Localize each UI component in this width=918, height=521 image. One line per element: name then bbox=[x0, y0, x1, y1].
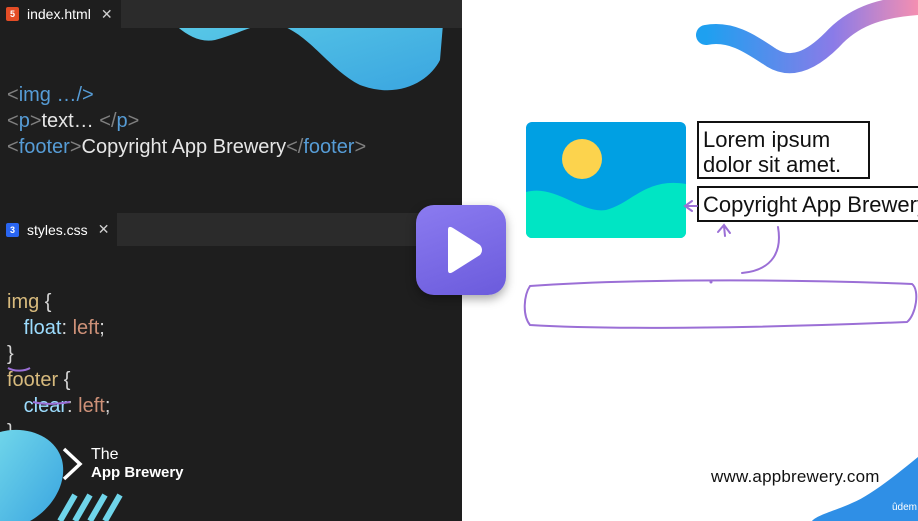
css3-icon: 3 bbox=[6, 222, 19, 237]
annotation-drawing bbox=[523, 200, 918, 329]
code-line: img { bbox=[7, 291, 52, 313]
preview-paragraph-box: Lorem ipsum dolor sit amet. bbox=[697, 121, 870, 179]
code-line: float: left; bbox=[23, 317, 105, 339]
annotation-underlines bbox=[7, 367, 71, 405]
paragraph-line: Lorem ipsum bbox=[703, 127, 831, 152]
paragraph-line: dolor sit amet. bbox=[703, 152, 842, 177]
close-icon[interactable]: ✕ bbox=[101, 6, 113, 23]
tab-styles-css[interactable]: 3 styles.css ✕ bbox=[0, 213, 118, 246]
close-icon[interactable]: ✕ bbox=[98, 221, 110, 238]
decor-wave-top bbox=[696, 0, 918, 74]
preview-panel: Lorem ipsum dolor sit amet. Copyright Ap… bbox=[462, 0, 918, 521]
watermark: ûdem bbox=[892, 502, 918, 513]
brand-line-2: App Brewery bbox=[91, 464, 184, 481]
tab-filename: styles.css bbox=[27, 221, 88, 238]
play-icon bbox=[448, 226, 482, 274]
play-button[interactable] bbox=[416, 205, 506, 295]
css-tab-bar: 3 styles.css ✕ bbox=[0, 213, 462, 246]
code-line: <p>text… </p> bbox=[7, 110, 140, 132]
tab-index-html[interactable]: 5 index.html ✕ bbox=[0, 0, 121, 28]
html5-icon: 5 bbox=[6, 7, 19, 21]
html-code-block: <img …/> <p>text… </p> <footer>Copyright A… bbox=[7, 56, 366, 212]
brand-logo-icon bbox=[62, 447, 83, 481]
code-editor-panel: 5 index.html ✕ <img …/> <p>text… </p> <foo… bbox=[0, 0, 462, 521]
code-line: <img …/> bbox=[7, 84, 94, 106]
brand-line-1: The bbox=[91, 446, 119, 463]
tab-filename: index.html bbox=[27, 6, 91, 22]
html-tab-bar: 5 index.html ✕ bbox=[0, 0, 462, 28]
code-line: <footer>Copyright App Brewery</footer> bbox=[7, 136, 367, 158]
brand-wordmark: The App Brewery bbox=[91, 446, 184, 481]
